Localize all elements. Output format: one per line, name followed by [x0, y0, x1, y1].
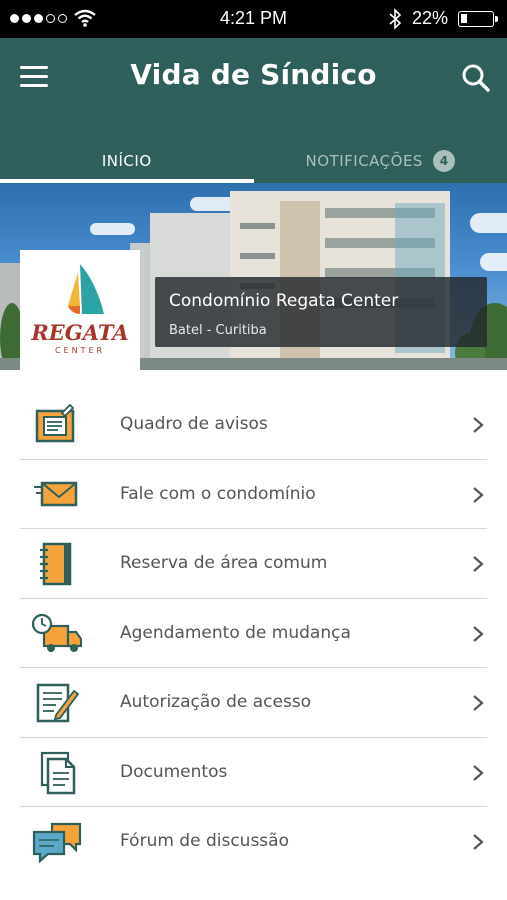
documents-icon — [40, 751, 76, 794]
menu-item-label: Documentos — [120, 761, 228, 782]
tab-bar: INÍCIO NOTIFICAÇÕES 4 — [0, 138, 507, 183]
mail-envelope-icon — [34, 481, 78, 506]
status-bar: 4:21 PM 22% — [0, 0, 507, 38]
chevron-right-icon — [473, 417, 484, 433]
menu-item-label: Fórum de discussão — [120, 831, 289, 851]
tab-inicio[interactable]: INÍCIO — [0, 138, 254, 183]
battery-icon — [458, 11, 498, 27]
chevron-right-icon — [473, 625, 484, 642]
menu-item-label: Quadro de avisos — [120, 414, 268, 434]
search-icon[interactable] — [460, 62, 492, 94]
menu-item-agendamento-de-mudanca[interactable]: Agendamento de mudança — [20, 599, 487, 668]
sailboat-logo-icon — [68, 264, 104, 314]
battery-percent: 22% — [412, 8, 449, 28]
bluetooth-icon — [389, 8, 402, 30]
notification-count-badge: 4 — [432, 149, 455, 172]
chevron-right-icon — [473, 486, 484, 503]
chat-bubbles-icon — [32, 822, 82, 864]
moving-truck-clock-icon — [32, 613, 82, 652]
menu-item-reserva-de-area-comum[interactable]: Reserva de área comum — [20, 529, 487, 599]
menu-item-label: Agendamento de mudança — [120, 622, 351, 643]
condo-name: Condomínio Regata Center — [169, 291, 399, 311]
menu-item-label: Fale com o condomínio — [120, 483, 316, 504]
app-title: Vida de Síndico — [130, 58, 377, 91]
chevron-right-icon — [473, 834, 484, 850]
notebook-icon — [40, 542, 72, 586]
chevron-right-icon — [473, 764, 484, 781]
menu-item-documentos[interactable]: Documentos — [20, 738, 487, 807]
menu-item-forum-de-discussao[interactable]: Fórum de discussão — [20, 807, 487, 877]
tab-inicio-label: INÍCIO — [101, 151, 152, 170]
notice-board-icon — [35, 403, 75, 443]
condo-location: Batel - Curitiba — [169, 323, 267, 338]
menu-item-fale-com-o-condominio[interactable]: Fale com o condomínio — [20, 460, 487, 529]
menu-item-autorizacao-de-acesso[interactable]: Autorização de acesso — [20, 668, 487, 738]
logo-text: REGATA — [31, 320, 129, 345]
chevron-right-icon — [473, 556, 484, 572]
chevron-right-icon — [473, 695, 484, 711]
tab-notificacoes-label: NOTIFICAÇÕES — [305, 151, 423, 170]
tab-notificacoes[interactable]: NOTIFICAÇÕES 4 — [254, 138, 507, 183]
menu-item-quadro-de-avisos[interactable]: Quadro de avisos — [20, 390, 487, 460]
app-header: Vida de Síndico INÍCIO NOTIFICAÇÕES 4 — [0, 38, 507, 183]
menu-item-label: Reserva de área comum — [120, 553, 328, 573]
condo-info-card: Condomínio Regata Center Batel - Curitib… — [155, 277, 487, 347]
menu-item-label: Autorização de acesso — [120, 692, 312, 712]
logo-subtext: CENTER — [54, 346, 106, 355]
condo-logo: REGATA CENTER — [20, 250, 140, 370]
document-pen-icon — [36, 683, 80, 723]
main-menu-list: Quadro de avisos Fale com o condomínio R… — [20, 390, 487, 877]
